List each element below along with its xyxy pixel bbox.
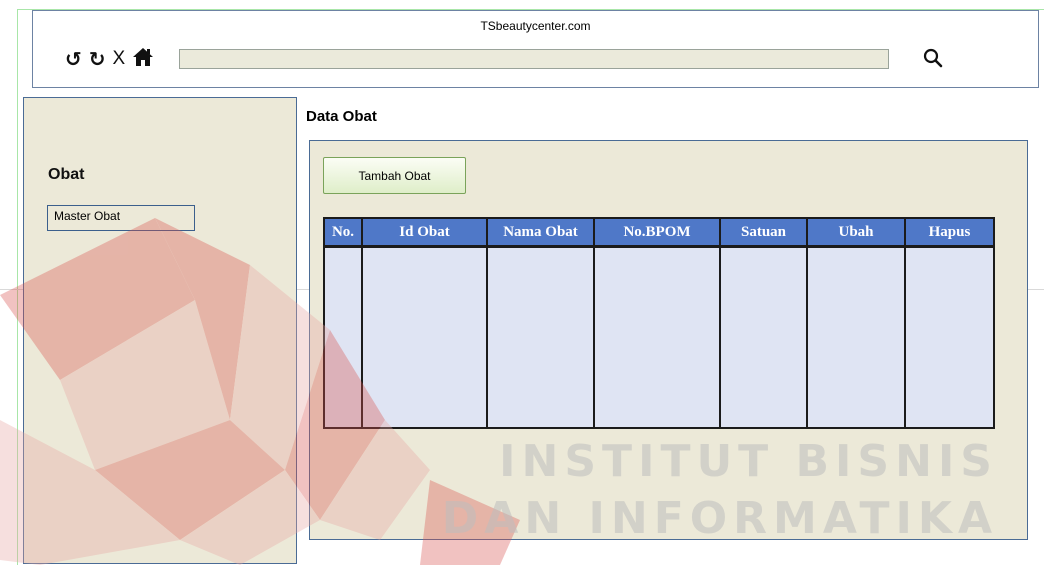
content-panel: Tambah Obat No. Id Obat Nama Obat No.BPO… — [309, 140, 1028, 540]
table-row — [325, 246, 993, 427]
home-icon[interactable] — [132, 47, 154, 70]
column-header-hapus: Hapus — [905, 219, 993, 248]
search-icon[interactable] — [922, 47, 944, 69]
close-icon[interactable]: X — [113, 48, 126, 69]
add-obat-button[interactable]: Tambah Obat — [323, 157, 466, 194]
table-cell — [905, 246, 993, 427]
column-header-id-obat: Id Obat — [362, 219, 488, 248]
table-cell — [594, 246, 721, 427]
refresh-icon[interactable]: ↻ — [89, 49, 106, 69]
table-cell — [720, 246, 808, 427]
column-header-nama-obat: Nama Obat — [487, 219, 595, 248]
address-bar[interactable] — [179, 49, 889, 69]
nav-icons: ↺ ↻ X — [65, 47, 154, 70]
column-header-satuan: Satuan — [720, 219, 808, 248]
sidebar: Obat Master Obat — [23, 97, 297, 564]
obat-table: No. Id Obat Nama Obat No.BPOM Satuan Uba… — [323, 217, 995, 429]
column-header-no-bpom: No.BPOM — [594, 219, 721, 248]
table-cell — [487, 246, 595, 427]
table-cell — [807, 246, 906, 427]
page-title: Data Obat — [306, 108, 377, 125]
site-title: TSbeautycenter.com — [480, 19, 591, 33]
sidebar-title: Obat — [48, 166, 85, 183]
undo-icon[interactable]: ↺ — [65, 49, 82, 69]
table-header-row: No. Id Obat Nama Obat No.BPOM Satuan Uba… — [325, 219, 993, 248]
column-header-ubah: Ubah — [807, 219, 906, 248]
frame-line-left — [17, 9, 18, 565]
table-cell — [362, 246, 488, 427]
column-header-no: No. — [325, 219, 363, 248]
sidebar-item-master-obat[interactable]: Master Obat — [47, 205, 195, 231]
table-cell — [325, 246, 363, 427]
browser-bar: TSbeautycenter.com ↺ ↻ X — [32, 10, 1039, 88]
